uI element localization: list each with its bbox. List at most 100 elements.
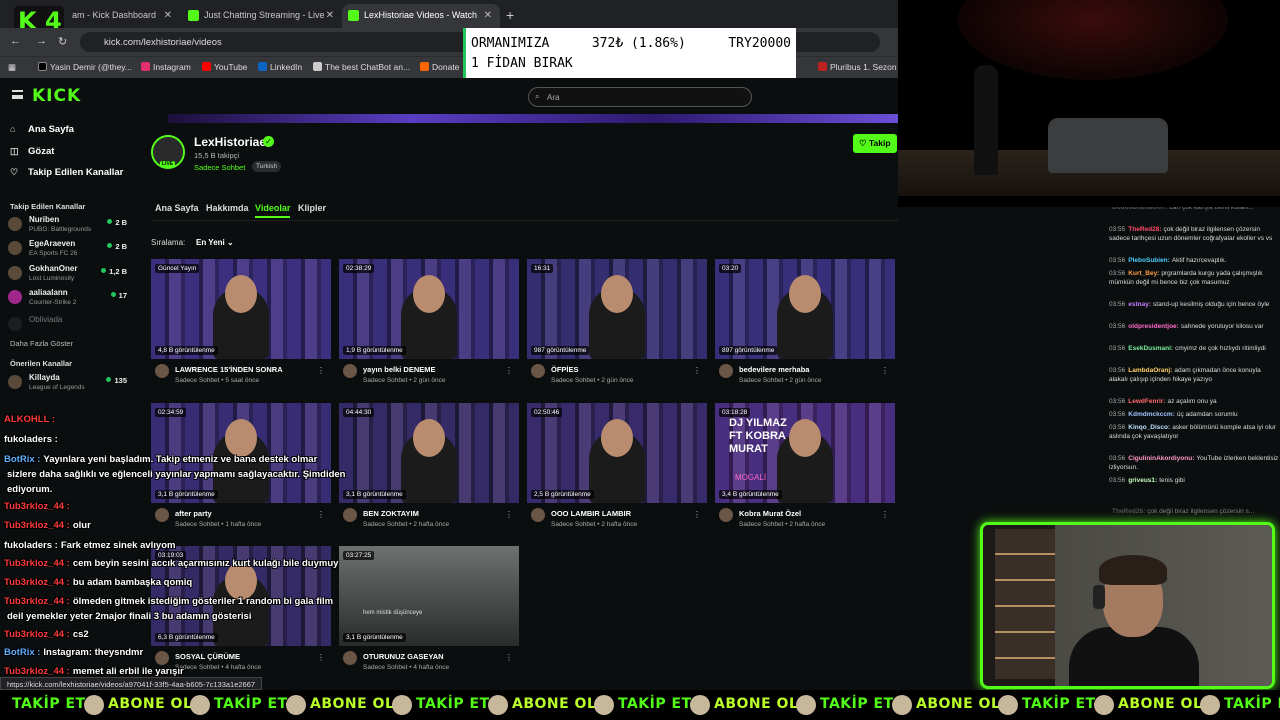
followed-channel[interactable]: EgeAraeven EA Sports FC 26 2 B bbox=[8, 239, 130, 259]
show-more-link[interactable]: Daha Fazla Göster bbox=[10, 339, 73, 348]
sort-dropdown[interactable]: En Yeni ⌄ bbox=[196, 238, 234, 247]
video-thumbnail[interactable]: 03:20 897 görüntülenme bbox=[715, 259, 895, 359]
video-thumbnail[interactable]: 02:50:46 2,5 B görüntülenme bbox=[527, 403, 707, 503]
avatar[interactable] bbox=[343, 508, 357, 522]
language-tag[interactable]: Turkish bbox=[252, 161, 282, 172]
followed-channel[interactable]: Nuriben PUBG: Battlegrounds 2 B bbox=[8, 215, 130, 235]
more-options-icon[interactable]: ⋮ bbox=[505, 653, 513, 662]
more-options-icon[interactable]: ⋮ bbox=[693, 366, 701, 375]
browser-tab[interactable]: Just Chatting Streaming - Live ✕ bbox=[182, 4, 342, 28]
followed-channel[interactable]: aaliaalann Counter-Strike 2 17 bbox=[8, 288, 130, 308]
chat-username[interactable]: Kurt_Bey: bbox=[1128, 270, 1159, 277]
chat-username[interactable]: estnay: bbox=[1128, 301, 1151, 308]
recommended-channel[interactable]: Killayda League of Legends 135 bbox=[8, 373, 130, 393]
more-options-icon[interactable]: ⋮ bbox=[317, 366, 325, 375]
bookmark-item[interactable]: Yasin Demir (@they... bbox=[38, 62, 132, 72]
video-card[interactable]: DJ YILMAZ FT KOBRA MURAT MOGALİ 03:18:28 3,… bbox=[715, 403, 895, 533]
avatar[interactable] bbox=[719, 364, 733, 378]
avatar[interactable] bbox=[343, 364, 357, 378]
video-title[interactable]: ÖFPİES bbox=[551, 365, 579, 374]
avatar[interactable] bbox=[155, 508, 169, 522]
video-card[interactable]: 02:38:29 1,9 B görüntülenme yayın belki DE… bbox=[339, 259, 519, 389]
bookmark-item[interactable]: LinkedIn bbox=[258, 62, 302, 72]
new-tab-icon[interactable]: + bbox=[506, 7, 514, 23]
search-input[interactable]: ⌕ Ara bbox=[528, 87, 752, 107]
video-title[interactable]: Kobra Murat Özel bbox=[739, 509, 801, 518]
sidebar-item-browse[interactable]: ◫ Gözat bbox=[10, 146, 54, 157]
video-title[interactable]: OTURUNUZ GASEYAN bbox=[363, 652, 444, 661]
chat-username[interactable]: Kdmdmckccm: bbox=[1128, 411, 1175, 418]
more-options-icon[interactable]: ⋮ bbox=[505, 510, 513, 519]
bookmark-item[interactable]: The best ChatBot an... bbox=[313, 62, 410, 72]
video-thumbnail[interactable]: 16:31 987 görüntülenme bbox=[527, 259, 707, 359]
bookmark-item[interactable]: YouTube bbox=[202, 62, 247, 72]
tab-clips[interactable]: Klipler bbox=[298, 203, 326, 213]
more-options-icon[interactable]: ⋮ bbox=[317, 653, 325, 662]
video-title[interactable]: after party bbox=[175, 509, 212, 518]
followed-channel-offline[interactable]: Obliviada bbox=[8, 315, 130, 335]
tab-about[interactable]: Hakkımda bbox=[206, 203, 249, 213]
video-thumbnail[interactable]: 02:38:29 1,9 B görüntülenme bbox=[339, 259, 519, 359]
bookmark-item[interactable]: Donate bbox=[420, 62, 459, 72]
avatar[interactable] bbox=[719, 508, 733, 522]
video-card[interactable]: 02:50:46 2,5 B görüntülenme OOO LAMBIR LAM… bbox=[527, 403, 707, 533]
reload-icon[interactable]: ↻ bbox=[58, 35, 67, 48]
forward-icon[interactable]: → bbox=[36, 35, 47, 47]
chat-username[interactable]: TheRed28: bbox=[1128, 226, 1161, 233]
avatar[interactable] bbox=[531, 364, 545, 378]
video-card[interactable]: 04:44:30 3,1 B görüntülenme BEN ZOKTAYIM Sa… bbox=[339, 403, 519, 533]
video-card[interactable]: 03:20 897 görüntülenme bedevilere merhaba S… bbox=[715, 259, 895, 389]
chat-username[interactable]: Kinqo_Disco: bbox=[1128, 424, 1170, 431]
video-card[interactable]: 16:31 987 görüntülenme ÖFPİES Sadece Sohbet… bbox=[527, 259, 707, 389]
chat-username[interactable]: CigulininAkordiyonu: bbox=[1128, 455, 1194, 462]
stream-video[interactable] bbox=[898, 0, 1280, 207]
video-card[interactable]: Güncel Yayın 4,8 B görüntülenme LAWRENCE 1… bbox=[151, 259, 331, 389]
chat-username[interactable]: LambdaOranj: bbox=[1128, 367, 1172, 374]
back-icon[interactable]: ← bbox=[10, 35, 21, 47]
more-options-icon[interactable]: ⋮ bbox=[505, 366, 513, 375]
video-thumbnail[interactable]: hem mistik düşünceye 03:27:25 3,1 B görünt… bbox=[339, 546, 519, 646]
more-options-icon[interactable]: ⋮ bbox=[693, 510, 701, 519]
chat-username[interactable]: LewdFenrir: bbox=[1128, 398, 1165, 405]
video-title[interactable]: BEN ZOKTAYIM bbox=[363, 509, 419, 518]
video-thumbnail[interactable]: Güncel Yayın 4,8 B görüntülenme bbox=[151, 259, 331, 359]
more-options-icon[interactable]: ⋮ bbox=[881, 510, 889, 519]
kick-logo[interactable]: KICK bbox=[32, 86, 81, 106]
tab-home[interactable]: Ana Sayfa bbox=[155, 203, 199, 213]
bookmark-item[interactable]: Instagram bbox=[141, 62, 191, 72]
bookmark-item[interactable]: Pluribus 1. Sezon bbox=[818, 62, 897, 72]
avatar[interactable] bbox=[155, 364, 169, 378]
video-title[interactable]: LAWRENCE 15'İNDEN SONRA bbox=[175, 365, 283, 374]
sidebar-item-following[interactable]: ♡ Takip Edilen Kanallar bbox=[10, 167, 123, 178]
channel-category[interactable]: Sadece Sohbet bbox=[194, 163, 245, 172]
avatar[interactable] bbox=[531, 508, 545, 522]
video-title[interactable]: yayın belki DENEME bbox=[363, 365, 436, 374]
chat-username[interactable]: oldpresidentjoe: bbox=[1128, 323, 1179, 330]
more-options-icon[interactable]: ⋮ bbox=[317, 510, 325, 519]
video-thumbnail[interactable]: 04:44:30 3,1 B görüntülenme bbox=[339, 403, 519, 503]
close-icon[interactable]: ✕ bbox=[164, 10, 172, 21]
video-title[interactable]: bedevilere merhaba bbox=[739, 365, 809, 374]
video-thumbnail[interactable]: 02:34:59 3,1 B görüntülenme bbox=[151, 403, 331, 503]
followed-channel[interactable]: GokhanOner Lost Luminosity 1,2 B bbox=[8, 264, 130, 284]
avatar[interactable] bbox=[155, 651, 169, 665]
chat-username[interactable]: PleboSubien: bbox=[1128, 257, 1170, 264]
video-thumbnail[interactable]: DJ YILMAZ FT KOBRA MURAT MOGALİ 03:18:28 3,… bbox=[715, 403, 895, 503]
follow-button[interactable]: ♡ Takip bbox=[853, 134, 897, 153]
video-card[interactable]: hem mistik düşünceye 03:27:25 3,1 B görünt… bbox=[339, 546, 519, 676]
chat-username[interactable]: EsekDusmani: bbox=[1128, 345, 1173, 352]
video-title[interactable]: OOO LAMBIR LAMBIR bbox=[551, 509, 631, 518]
chat-username[interactable]: griveus1: bbox=[1128, 477, 1157, 484]
chat-username[interactable]: TheRed26: bbox=[1112, 508, 1145, 515]
close-icon[interactable]: ✕ bbox=[484, 10, 492, 21]
more-options-icon[interactable]: ⋮ bbox=[881, 366, 889, 375]
tab-videos[interactable]: Videolar bbox=[255, 203, 291, 218]
apps-icon[interactable]: ▦ bbox=[8, 62, 16, 73]
close-icon[interactable]: ✕ bbox=[326, 10, 334, 21]
menu-icon[interactable] bbox=[12, 90, 23, 99]
avatar[interactable] bbox=[343, 651, 357, 665]
sidebar-item-home[interactable]: ⌂ Ana Sayfa bbox=[10, 124, 74, 135]
browser-tab-active[interactable]: LexHistoriae Videos - Watch ✕ bbox=[342, 4, 500, 28]
chat-username[interactable]: DodosBranak007: bbox=[1112, 207, 1167, 211]
video-title[interactable]: SOSYAL ÇÜRÜME bbox=[175, 652, 240, 661]
